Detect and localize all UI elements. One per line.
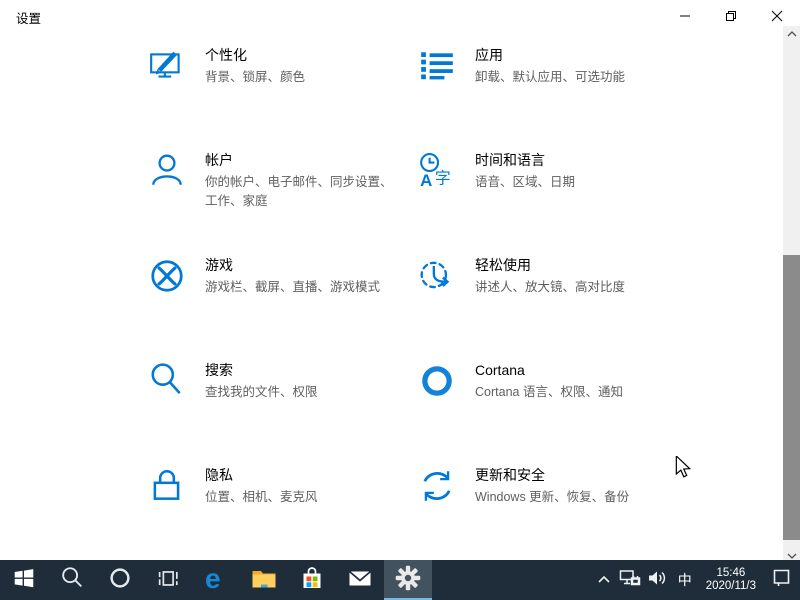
tile-subtitle: 卸载、默认应用、可选功能 [475,68,671,87]
settings-tile-time-language[interactable]: A 字 时间和语言 语音、区域、日期 [418,149,680,245]
tile-subtitle: 位置、相机、麦克风 [205,488,401,507]
network-icon [619,569,641,592]
lang-zi-glyph: 字 [435,170,451,188]
taskbar-task-view-button[interactable] [144,560,192,600]
minimize-button[interactable] [662,0,708,32]
taskbar-start-button[interactable] [0,560,48,600]
tray-volume-button[interactable] [644,560,672,600]
store-icon [298,564,326,597]
settings-tile-update-security[interactable]: 更新和安全 Windows 更新、恢复、备份 [418,464,680,560]
chevron-up-icon [597,571,611,589]
tile-subtitle: 语音、区域、日期 [475,173,671,192]
search-icon [148,362,188,402]
title-bar: 设置 [0,0,800,32]
minimize-icon [679,10,691,22]
taskbar-cortana-button[interactable] [96,560,144,600]
tile-title: 搜索 [205,360,401,380]
taskbar-settings-button[interactable] [384,560,432,600]
tile-title: 应用 [475,45,671,65]
settings-tile-apps[interactable]: 应用 卸载、默认应用、可选功能 [418,44,680,140]
scrollbar[interactable] [783,26,800,563]
tray-ime-indicator[interactable]: 中 [672,560,698,600]
tile-title: 隐私 [205,465,401,485]
tray-clock[interactable]: 15:46 2020/11/3 [698,560,764,600]
tile-title: 个性化 [205,45,401,65]
taskbar-edge-button[interactable]: e [192,560,240,600]
taskbar-mail-button[interactable] [336,560,384,600]
update-security-icon [418,467,458,507]
speaker-icon [647,569,668,592]
taskbar: e [0,560,800,600]
tile-title: 时间和语言 [475,150,671,170]
tile-subtitle: 你的帐户、电子邮件、同步设置、工作、家庭 [205,173,401,211]
edge-icon: e [201,563,231,598]
mail-icon [346,564,374,597]
system-tray: 中 15:46 2020/11/3 [592,560,800,600]
tray-action-center-button[interactable] [764,560,800,600]
tray-time: 15:46 [706,567,756,580]
personalization-icon [148,47,188,87]
taskbar-cortana-icon [107,565,133,596]
settings-tile-cortana[interactable]: Cortana Cortana 语言、权限、通知 [418,359,680,455]
taskbar-search-icon [59,565,85,596]
tile-subtitle: 讲述人、放大镜、高对比度 [475,278,671,297]
taskbar-file-explorer-button[interactable] [240,560,288,600]
file-explorer-icon [250,564,278,597]
tile-subtitle: Windows 更新、恢复、备份 [475,488,671,507]
edge-glyph: e [205,563,221,593]
restore-icon [725,10,737,22]
settings-tile-ease-of-access[interactable]: 轻松使用 讲述人、放大镜、高对比度 [418,254,680,350]
start-icon [11,565,37,596]
settings-tile-gaming[interactable]: 游戏 游戏栏、截屏、直播、游戏模式 [148,254,410,350]
tile-subtitle: 查找我的文件、权限 [205,383,401,402]
tile-title: 轻松使用 [475,255,671,275]
taskbar-store-button[interactable] [288,560,336,600]
tile-title: 帐户 [205,150,401,170]
scrollbar-thumb[interactable] [783,255,800,540]
window-title: 设置 [16,8,41,27]
restore-button[interactable] [708,0,754,32]
tile-subtitle: Cortana 语言、权限、通知 [475,383,671,402]
settings-tile-personalization[interactable]: 个性化 背景、锁屏、颜色 [148,44,410,140]
settings-tile-accounts[interactable]: 帐户 你的帐户、电子邮件、同步设置、工作、家庭 [148,149,410,245]
scroll-up-arrow[interactable] [783,26,800,41]
action-center-icon [772,568,792,592]
tile-title: 游戏 [205,255,401,275]
tile-subtitle: 背景、锁屏、颜色 [205,68,401,87]
settings-window: 设置 个性化 背景、锁屏、颜色 [0,0,800,600]
privacy-icon [148,467,188,507]
tray-network-button[interactable] [616,560,644,600]
gaming-icon [148,257,188,297]
time-language-icon: A 字 [418,152,458,192]
mouse-cursor [674,456,692,485]
apps-icon [418,47,458,87]
taskbar-search-button[interactable] [48,560,96,600]
task-view-icon [155,565,181,596]
cortana-icon [418,362,458,402]
settings-tile-privacy[interactable]: 隐私 位置、相机、麦克风 [148,464,410,560]
settings-gear-icon [394,564,422,597]
accounts-icon [148,152,188,192]
tray-show-hidden-icons-button[interactable] [592,560,616,600]
tray-date: 2020/11/3 [706,580,756,593]
lang-a-glyph: A [420,171,432,190]
tile-subtitle: 游戏栏、截屏、直播、游戏模式 [205,278,401,297]
close-icon [771,10,783,22]
ease-of-access-icon [418,257,458,297]
tile-title: Cortana [475,360,671,380]
tile-title: 更新和安全 [475,465,671,485]
settings-tile-search[interactable]: 搜索 查找我的文件、权限 [148,359,410,455]
